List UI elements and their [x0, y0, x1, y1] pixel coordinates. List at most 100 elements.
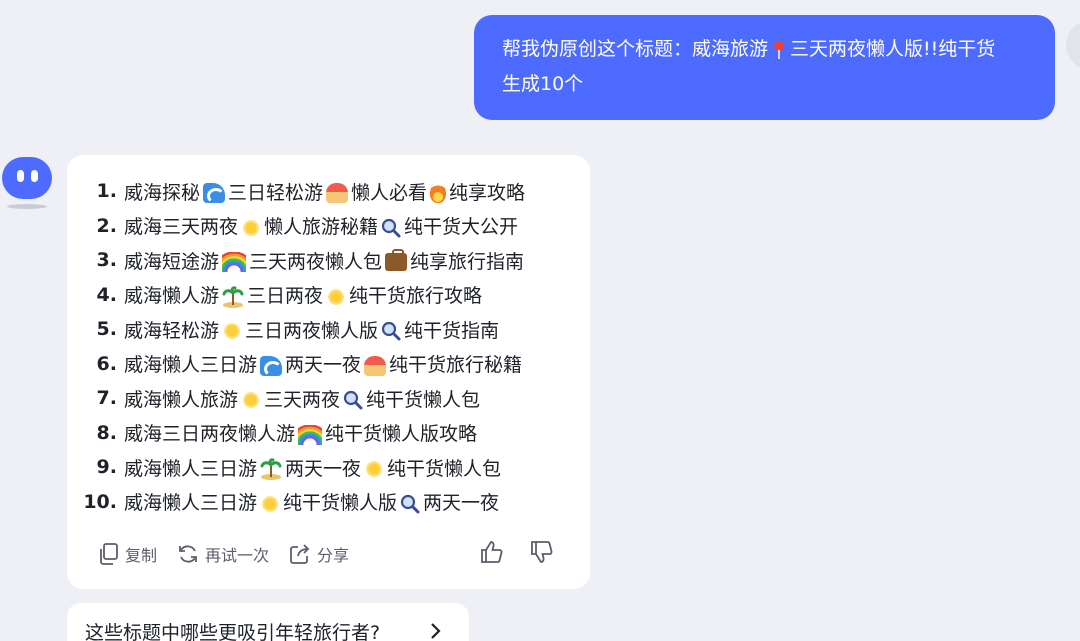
result-title-segment: 纯干货旅行秘籍: [389, 354, 523, 377]
result-title-segment: 威海三日两夜懒人游: [124, 423, 296, 446]
fire-icon: [430, 183, 447, 204]
result-title-segment: 纯享攻略: [449, 181, 526, 204]
result-number: 7.: [96, 387, 117, 410]
thumbs-down-icon: [531, 541, 553, 563]
result-number: 1.: [96, 180, 117, 203]
result-number: 10.: [83, 490, 117, 513]
sun-icon: [222, 321, 243, 342]
magnifier-icon: [381, 218, 401, 238]
result-title-segment: 纯干货懒人包: [366, 388, 481, 411]
result-title: 威海轻松游 三日两夜懒人版 纯干货指南: [124, 316, 499, 343]
result-item: 10. 威海懒人三日游 纯干货懒人版 两天一夜: [67, 485, 590, 520]
user-message-text-b: 三天两夜懒人版!!纯干货: [790, 38, 996, 60]
result-number: 2.: [96, 214, 117, 237]
rainbow-icon: [298, 424, 323, 445]
result-item: 8. 威海三日两夜懒人游 纯干货懒人版攻略: [67, 416, 590, 451]
result-title-segment: 懒人旅游秘籍: [264, 216, 379, 239]
result-title-segment: 纯干货大公开: [404, 216, 519, 239]
result-number: 3.: [96, 249, 117, 272]
thumbs-down-button[interactable]: [529, 539, 555, 569]
share-icon: [290, 544, 310, 564]
result-title: 威海探秘 三日轻松游 懒人必看 纯享攻略: [124, 178, 525, 205]
result-title-segment: 威海轻松游: [124, 319, 220, 342]
result-title-segment: 威海懒人三日游: [124, 492, 258, 515]
palm-island-icon: [260, 458, 282, 481]
result-title-segment: 三日两夜懒人版: [245, 319, 379, 342]
result-title-segment: 三天两夜懒人包: [249, 250, 383, 273]
result-title-segment: 三天两夜: [264, 388, 341, 411]
result-title-segment: 两天一夜: [285, 457, 362, 480]
result-title-segment: 纯干货旅行攻略: [349, 285, 483, 308]
sun-icon: [241, 217, 262, 238]
thumbs-up-icon: [481, 541, 503, 563]
result-number: 9.: [96, 456, 117, 479]
assistant-avatar: [2, 157, 52, 211]
result-title: 威海短途游 三天两夜懒人包 纯享旅行指南: [124, 247, 524, 274]
result-title: 威海懒人三日游 两天一夜 纯干货懒人包: [124, 454, 501, 481]
title-result-list: 1. 威海探秘 三日轻松游 懒人必看 纯享攻略 2. 威海三天两夜 懒人旅游秘籍 纯干货大公开 3…: [67, 174, 590, 519]
user-message-bubble: 帮我伪原创这个标题：威海旅游 三天两夜懒人版!!纯干货 生成10个: [474, 15, 1055, 120]
copy-icon: [100, 543, 118, 565]
result-item: 7. 威海懒人旅游 三天两夜 纯干货懒人包: [67, 381, 590, 416]
retry-button[interactable]: 再试一次: [177, 542, 269, 566]
result-title-segment: 威海懒人三日游: [124, 354, 258, 377]
copy-button[interactable]: 复制: [99, 542, 157, 566]
result-title-segment: 纯享旅行指南: [410, 250, 525, 273]
chat-window: 帮我伪原创这个标题：威海旅游 三天两夜懒人版!!纯干货 生成10个 1. 威海探秘三…: [0, 0, 1080, 641]
user-message-text-a: 帮我伪原创这个标题：威海旅游: [502, 38, 769, 60]
suggested-question-button[interactable]: 这些标题中哪些更吸引年轻旅行者?: [67, 603, 469, 641]
beach-umbrella-icon: [364, 355, 387, 376]
result-title: 威海懒人游 三日两夜 纯干货旅行攻略: [124, 281, 482, 308]
result-title-segment: 两天一夜: [423, 492, 500, 515]
result-title-segment: 威海短途游: [124, 250, 220, 273]
result-title-segment: 三日两夜: [247, 285, 324, 308]
result-number: 4.: [96, 283, 117, 306]
result-title: 威海三日两夜懒人游 纯干货懒人版攻略: [124, 419, 477, 446]
result-title-segment: 纯干货懒人版攻略: [325, 423, 478, 446]
result-item: 4. 威海懒人游 三日两夜 纯干货旅行攻略: [67, 278, 590, 313]
result-item: 1. 威海探秘 三日轻松游 懒人必看 纯享攻略: [67, 174, 590, 209]
sun-icon: [241, 390, 262, 411]
user-message-line-1: 帮我伪原创这个标题：威海旅游 三天两夜懒人版!!纯干货: [502, 32, 1033, 67]
user-avatar: [1066, 20, 1080, 70]
retry-label: 再试一次: [205, 546, 270, 565]
result-title-segment: 纯干货懒人包: [387, 457, 502, 480]
result-title-segment: 威海懒人旅游: [124, 388, 239, 411]
result-title-segment: 威海三天两夜: [124, 216, 239, 239]
sun-icon: [260, 493, 281, 514]
result-number: 6.: [96, 352, 117, 375]
sun-icon: [364, 459, 385, 480]
avatar-eye-right: [31, 170, 38, 182]
result-title-segment: 纯干货指南: [404, 319, 500, 342]
beach-umbrella-icon: [326, 183, 349, 204]
result-title-segment: 威海懒人游: [124, 285, 220, 308]
palm-island-icon: [222, 286, 244, 308]
magnifier-icon: [381, 322, 401, 341]
result-number: 5.: [96, 318, 117, 341]
refresh-icon: [179, 545, 197, 563]
magnifier-icon: [400, 494, 420, 514]
result-title-segment: 懒人必看: [351, 181, 428, 204]
result-title-segment: 纯干货懒人版: [283, 492, 398, 515]
result-title-segment: 威海懒人三日游: [124, 457, 258, 480]
share-button[interactable]: 分享: [289, 542, 349, 566]
share-label: 分享: [317, 546, 350, 565]
result-title-segment: 两天一夜: [285, 354, 362, 377]
result-title: 威海懒人三日游 两天一夜 纯干货旅行秘籍: [124, 350, 522, 377]
assistant-answer-card: 1. 威海探秘 三日轻松游 懒人必看 纯享攻略 2. 威海三天两夜 懒人旅游秘籍 纯干货大公开 3…: [67, 155, 590, 589]
result-title: 威海懒人旅游 三天两夜 纯干货懒人包: [124, 385, 480, 412]
suggested-question-text: 这些标题中哪些更吸引年轻旅行者?: [85, 622, 381, 641]
sun-icon: [326, 286, 347, 307]
result-item: 9. 威海懒人三日游 两天一夜 纯干货懒人包: [67, 450, 590, 485]
wave-icon: [203, 183, 226, 205]
result-item: 5. 威海轻松游 三日两夜懒人版 纯干货指南: [67, 312, 590, 347]
result-item: 2. 威海三天两夜 懒人旅游秘籍 纯干货大公开: [67, 209, 590, 244]
avatar-shadow: [7, 204, 47, 209]
result-title-segment: 三日轻松游: [228, 181, 324, 204]
thumbs-up-button[interactable]: [479, 539, 505, 569]
wave-icon: [260, 355, 283, 377]
result-number: 8.: [96, 421, 117, 444]
result-item: 6. 威海懒人三日游 两天一夜 纯干货旅行秘籍: [67, 347, 590, 382]
magnifier-icon: [343, 391, 363, 410]
rainbow-icon: [222, 252, 247, 273]
